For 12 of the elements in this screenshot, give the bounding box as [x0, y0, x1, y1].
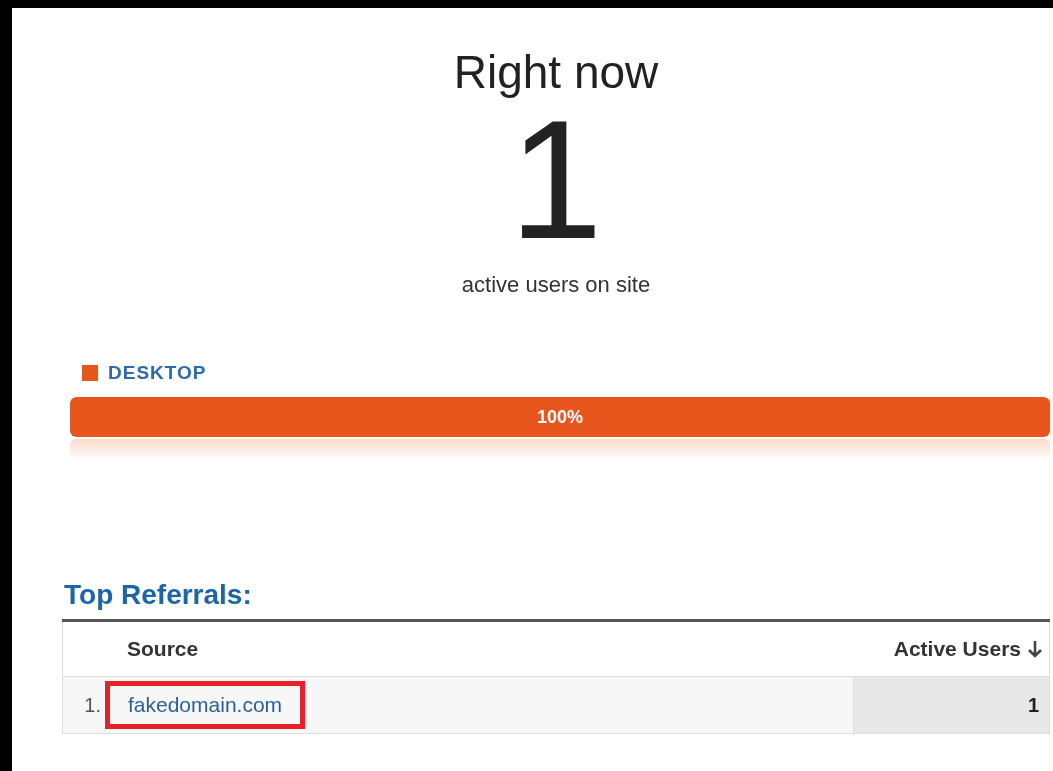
page-title: Right now [452, 46, 660, 98]
sort-down-icon [1027, 639, 1043, 659]
active-user-count: 1 [509, 100, 603, 260]
column-header[interactable]: Active Users [893, 637, 1049, 661]
section-heading: Top Referrals: [64, 579, 253, 611]
row-number: 1. [84, 693, 102, 717]
active-users-cell: 1 [853, 677, 1049, 733]
column-header[interactable]: Source [127, 637, 199, 661]
source-link[interactable]: fakedomain.com [105, 681, 306, 729]
count-caption: active users on site [460, 272, 652, 298]
bar-percentage: 100% [536, 406, 583, 428]
legend-label: DESKTOP [108, 362, 207, 384]
